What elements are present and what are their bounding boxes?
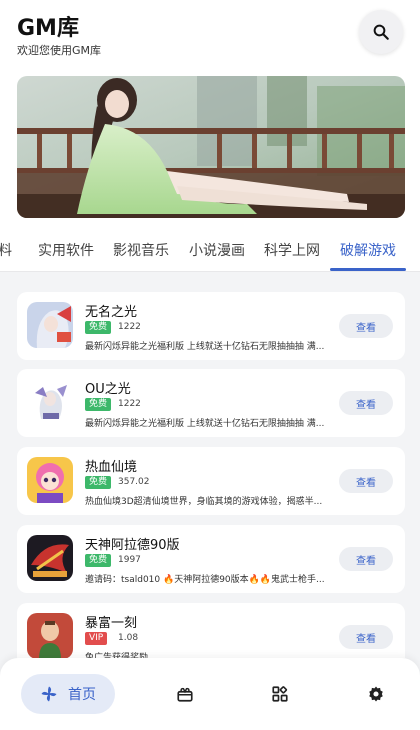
nav-apps[interactable] [270, 684, 290, 704]
view-button[interactable]: 查看 [339, 391, 393, 415]
nav-home-label: 首页 [68, 687, 96, 703]
app-icon [27, 457, 73, 503]
nav-gift[interactable] [175, 684, 195, 704]
price-badge: 免费 [85, 398, 112, 411]
list-item[interactable]: 暴富一刻 VIP 1.08 免广告获得奖励 查看 [17, 603, 405, 658]
app-description: 最新闪烁异能之光福利版 上线就送十亿钻石无限抽抽抽 满... [85, 342, 325, 352]
tab-movies-music[interactable]: 影视音乐 [113, 240, 169, 260]
view-button[interactable]: 查看 [339, 547, 393, 571]
apps-icon [272, 686, 288, 702]
app-name: 天神阿拉德90版 [85, 538, 180, 553]
app-subtitle: 欢迎您使用GM库 [17, 44, 102, 57]
tab-partial[interactable]: 料 [0, 240, 12, 260]
app-name: 热血仙境 [85, 460, 138, 475]
price-badge: VIP [85, 632, 108, 645]
banner-section [0, 70, 420, 230]
app-count: 1222 [118, 399, 141, 409]
app-count: 1.08 [118, 633, 139, 643]
price-badge: 免费 [85, 476, 112, 489]
app-icon [27, 613, 73, 658]
app-name: 无名之光 [85, 305, 138, 320]
tab-cracked-games[interactable]: 破解游戏 [340, 240, 396, 260]
list-item[interactable]: 无名之光 免费 1222 最新闪烁异能之光福利版 上线就送十亿钻石无限抽抽抽 满… [17, 292, 405, 360]
app-icon [27, 302, 73, 348]
list-item[interactable]: 天神阿拉德90版 免费 1997 邀请码：tsald010 🔥天神阿拉德90版本… [17, 525, 405, 593]
search-icon [373, 24, 389, 40]
home-icon [41, 686, 57, 702]
list-item[interactable]: OU之光 免费 1222 最新闪烁异能之光福利版 上线就送十亿钻石无限抽抽抽 满… [17, 369, 405, 437]
nav-home[interactable]: 首页 [21, 674, 115, 714]
app-count: 357.02 [118, 477, 150, 487]
app-description: 最新闪烁异能之光福利版 上线就送十亿钻石无限抽抽抽 满... [85, 419, 325, 429]
view-button[interactable]: 查看 [339, 469, 393, 493]
app-name: OU之光 [85, 382, 131, 397]
view-button[interactable]: 查看 [339, 625, 393, 649]
bottom-navigation: 首页 [0, 658, 420, 730]
view-button[interactable]: 查看 [339, 314, 393, 338]
tab-novels-comics[interactable]: 小说漫画 [189, 240, 245, 260]
banner-carousel[interactable] [17, 76, 405, 218]
category-tabs: 料 实用软件 影视音乐 小说漫画 科学上网 破解游戏 [0, 230, 420, 272]
tab-vpn[interactable]: 科学上网 [264, 240, 320, 260]
app-icon [27, 535, 73, 581]
price-badge: 免费 [85, 321, 112, 334]
app-description: 邀请码：tsald010 🔥天神阿拉德90版本🔥🔥鬼武士枪手... [85, 575, 325, 585]
app-title: GM库 [17, 16, 79, 41]
app-count: 1222 [118, 322, 141, 332]
banner-image [17, 76, 405, 218]
app-description: 热血仙境3D超清仙境世界，身临其境的游戏体验，揭惑半... [85, 497, 323, 507]
app-name: 暴富一刻 [85, 616, 138, 631]
app-icon [27, 379, 73, 425]
list-item[interactable]: 热血仙境 免费 357.02 热血仙境3D超清仙境世界，身临其境的游戏体验，揭惑… [17, 447, 405, 515]
app-count: 1997 [118, 555, 141, 565]
price-badge: 免费 [85, 554, 112, 567]
app-list: 无名之光 免费 1222 最新闪烁异能之光福利版 上线就送十亿钻石无限抽抽抽 满… [0, 272, 420, 658]
search-button[interactable] [359, 10, 403, 54]
nav-settings[interactable] [366, 684, 386, 704]
active-tab-indicator [330, 268, 406, 271]
tab-utility-software[interactable]: 实用软件 [38, 240, 94, 260]
gift-icon [177, 687, 193, 702]
settings-icon [369, 686, 383, 702]
app-header: GM库 欢迎您使用GM库 [0, 0, 420, 70]
app-description: 免广告获得奖励 [85, 653, 149, 658]
